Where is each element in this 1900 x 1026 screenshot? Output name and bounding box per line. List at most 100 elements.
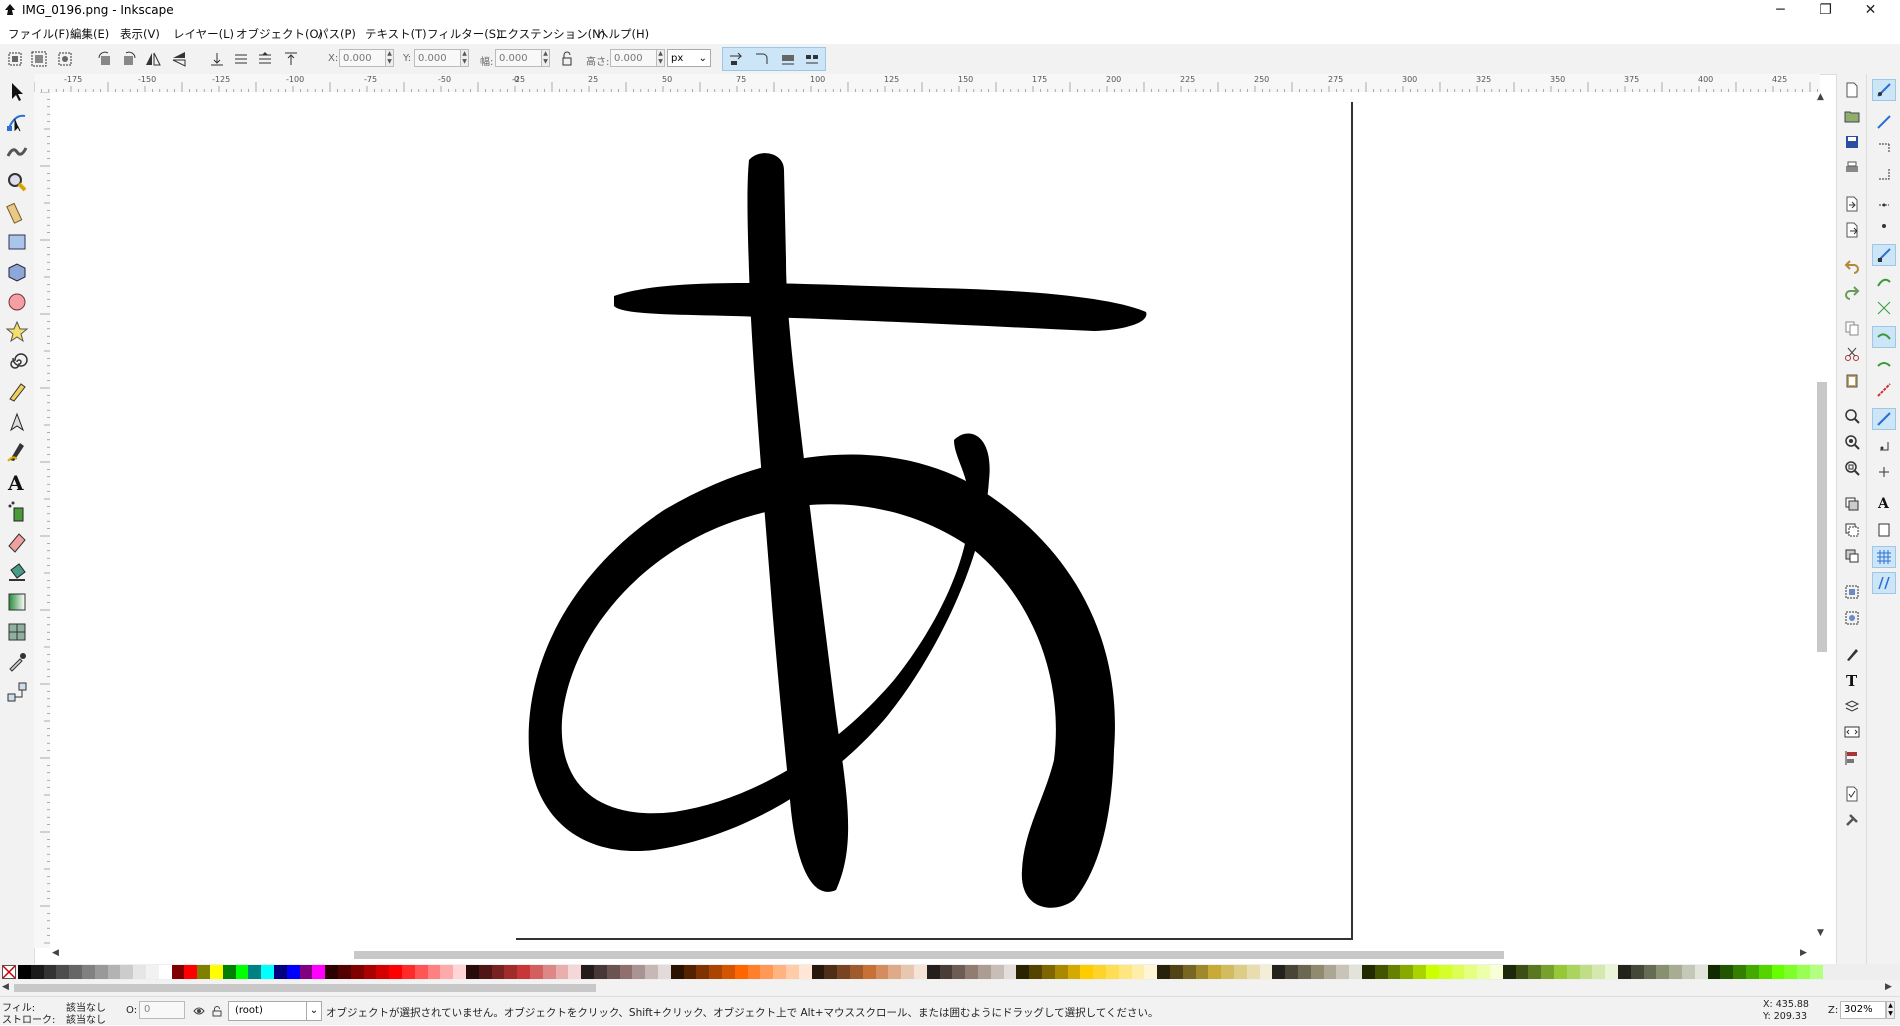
cut-icon[interactable] [1844, 346, 1860, 362]
scroll-up-icon[interactable]: ▲ [1817, 92, 1824, 102]
palette-swatch[interactable] [222, 965, 236, 979]
palette-swatch[interactable] [1349, 965, 1363, 979]
palette-swatch[interactable] [1387, 965, 1401, 979]
palette-swatch[interactable] [1310, 965, 1324, 979]
palette-swatch[interactable] [69, 965, 83, 979]
text-font-icon[interactable]: T [1844, 672, 1860, 688]
spray-tool-icon[interactable] [5, 500, 29, 524]
palette-swatch[interactable] [18, 965, 31, 979]
palette-scrollbar[interactable]: ◀ ▶ [0, 980, 1900, 996]
snap-enable-toggle[interactable] [1872, 79, 1896, 101]
palette-swatch[interactable] [363, 965, 377, 979]
palette-swatch[interactable] [594, 965, 607, 979]
palette-swatch[interactable] [862, 965, 876, 979]
spiral-tool-icon[interactable] [5, 350, 29, 374]
zoom-spinner[interactable]: ▲ ▼ [1886, 1001, 1895, 1019]
snap-nodes-toggle[interactable] [1872, 244, 1896, 266]
palette-swatch[interactable] [1285, 965, 1299, 979]
palette-swatch[interactable] [645, 965, 659, 979]
palette-swatch[interactable] [1707, 965, 1721, 979]
group-icon[interactable] [1844, 584, 1860, 600]
gradient-tool-icon[interactable] [5, 590, 29, 614]
palette-swatch[interactable] [1259, 965, 1273, 979]
palette-swatch[interactable] [43, 965, 57, 979]
palette-swatch[interactable] [210, 965, 223, 979]
snap-others-toggle[interactable] [1872, 408, 1896, 430]
palette-swatch[interactable] [696, 965, 710, 979]
palette-swatch[interactable] [734, 965, 748, 979]
palette-swatch[interactable] [1618, 965, 1631, 979]
mesh-tool-icon[interactable] [5, 620, 29, 644]
palette-swatch[interactable] [376, 965, 390, 979]
document-properties-icon[interactable] [1844, 786, 1860, 802]
palette-swatch[interactable] [1234, 965, 1247, 979]
redo-icon[interactable] [1844, 284, 1860, 300]
palette-swatch[interactable] [1336, 965, 1350, 979]
snap-text-baseline-icon[interactable]: A [1876, 494, 1892, 510]
snap-rotation-center-icon[interactable] [1876, 464, 1892, 480]
palette-swatch[interactable] [619, 965, 633, 979]
palette-swatch[interactable] [1170, 965, 1183, 979]
palette-swatch[interactable] [914, 965, 927, 979]
palette-swatch[interactable] [1195, 965, 1209, 979]
palette-swatch[interactable] [837, 965, 851, 979]
snap-bbox-corner-icon[interactable] [1876, 166, 1892, 182]
menu-path[interactable]: パス(P) [317, 26, 356, 42]
palette-swatch[interactable] [1477, 965, 1491, 979]
palette-swatch[interactable] [56, 965, 70, 979]
palette-swatch[interactable] [274, 965, 287, 979]
menu-help[interactable]: ヘルプ(H) [597, 26, 649, 42]
palette-swatch[interactable] [1605, 965, 1619, 979]
palette-swatch[interactable] [606, 965, 620, 979]
scroll-down-icon[interactable]: ▼ [1817, 928, 1824, 938]
palette-swatch[interactable] [171, 965, 185, 979]
palette-swatch[interactable] [517, 965, 531, 979]
flip-horizontal-icon[interactable] [144, 50, 162, 68]
palette-scroll-right-icon[interactable]: ▶ [1885, 982, 1892, 992]
palette-swatch[interactable] [1464, 965, 1478, 979]
palette-swatch[interactable] [1067, 965, 1081, 979]
palette-swatch[interactable] [1490, 965, 1503, 979]
palette-swatch[interactable] [440, 965, 454, 979]
palette-swatch[interactable] [184, 965, 198, 979]
palette-swatch[interactable] [94, 965, 108, 979]
palette-swatch[interactable] [1106, 965, 1119, 979]
select-all-icon[interactable] [6, 50, 24, 68]
snap-midpoint-icon[interactable] [1876, 382, 1892, 398]
layer-select[interactable]: (root) ⌄ [228, 1001, 322, 1021]
menu-object[interactable]: オブジェクト(O) [236, 26, 323, 42]
palette-swatch[interactable] [158, 965, 172, 979]
duplicate-icon[interactable] [1844, 496, 1860, 512]
rotate-cw-icon[interactable] [120, 50, 138, 68]
lower-icon[interactable] [232, 50, 250, 68]
palette-swatch[interactable] [978, 965, 991, 979]
palette-swatch[interactable] [1054, 965, 1068, 979]
palette-swatch[interactable] [1669, 965, 1683, 979]
menu-extensions[interactable]: エクステンション(N) [496, 26, 605, 42]
xml-editor-icon[interactable] [1844, 724, 1860, 740]
palette-swatch[interactable] [1554, 965, 1567, 979]
palette-swatch[interactable] [1579, 965, 1593, 979]
page[interactable] [514, 100, 1351, 938]
palette-swatch[interactable] [1016, 965, 1030, 979]
snap-grid-toggle[interactable] [1872, 546, 1896, 568]
palette-swatch[interactable] [299, 965, 313, 979]
palette-swatch[interactable] [504, 965, 518, 979]
pencil-tool-icon[interactable] [5, 380, 29, 404]
x-spinner[interactable]: ▲ ▼ [385, 49, 394, 67]
vertical-scroll-thumb[interactable] [1817, 382, 1827, 652]
palette-swatch[interactable] [120, 965, 134, 979]
palette-swatch[interactable] [1298, 965, 1311, 979]
palette-swatch[interactable] [811, 965, 825, 979]
palette-swatch[interactable] [555, 965, 569, 979]
palette-swatch[interactable] [1182, 965, 1196, 979]
palette-swatch[interactable] [760, 965, 774, 979]
palette-swatch[interactable] [1528, 965, 1542, 979]
palette-swatch[interactable] [773, 965, 787, 979]
palette-swatch[interactable] [1144, 965, 1158, 979]
minimize-button[interactable]: ─ [1758, 0, 1803, 22]
palette-swatch[interactable] [1042, 965, 1055, 979]
palette-swatch[interactable] [1438, 965, 1452, 979]
palette-swatch[interactable] [581, 965, 595, 979]
palette-swatch[interactable] [1784, 965, 1798, 979]
